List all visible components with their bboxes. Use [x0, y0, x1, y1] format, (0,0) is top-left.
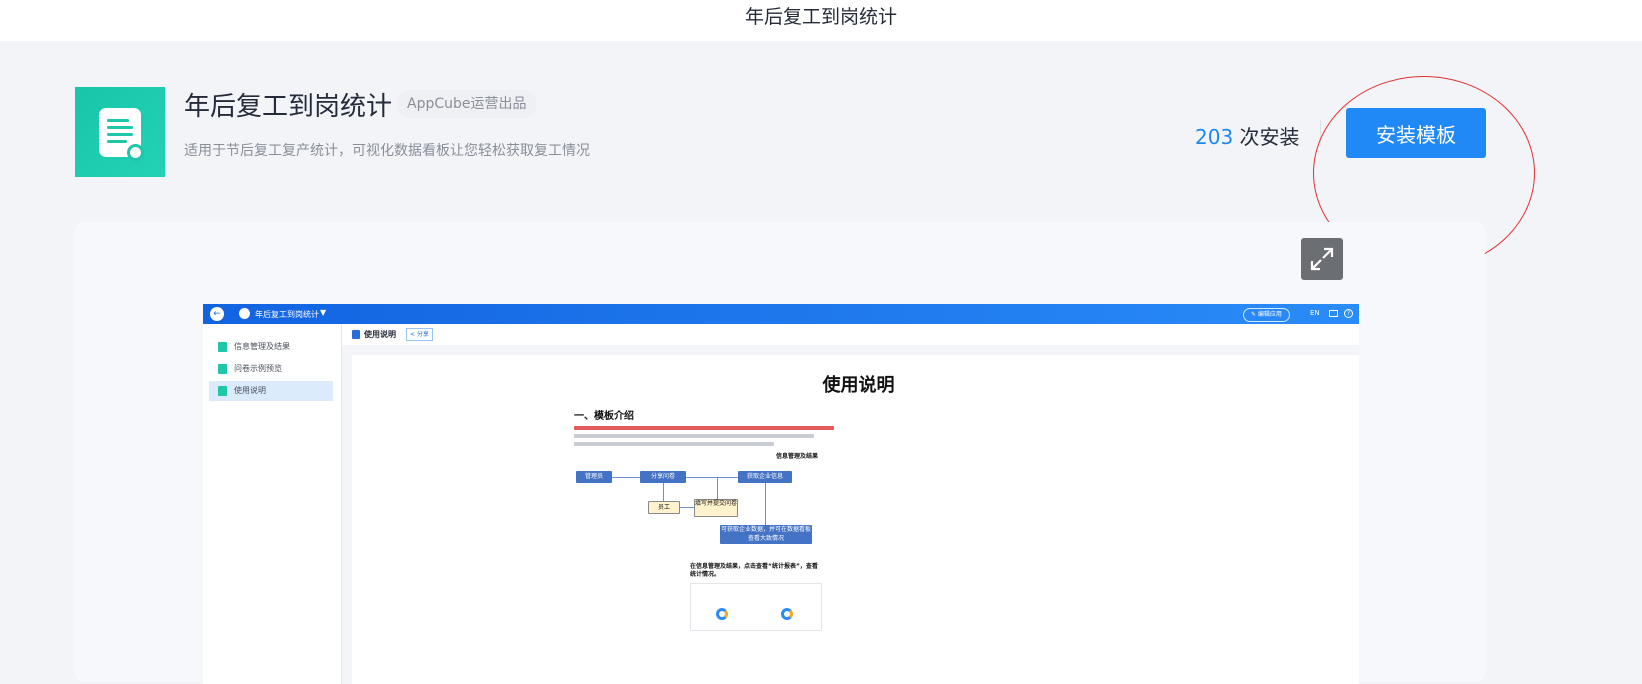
- preview-sidebar: 信息管理及结果 问卷示例预览 使用说明: [203, 324, 342, 684]
- text-line: [574, 434, 814, 438]
- template-icon: [75, 87, 165, 177]
- flow-node-info: 获取企业信息: [738, 471, 792, 483]
- mail-icon: [1329, 310, 1338, 317]
- flow-note: 信息管理及结果: [776, 453, 819, 460]
- text-line-red: [574, 426, 834, 430]
- flow-arrow: [686, 477, 738, 478]
- sidebar-item: 问卷示例预览: [209, 359, 333, 379]
- language-toggle: EN: [1310, 309, 1320, 317]
- back-icon: ←: [210, 307, 224, 321]
- mini-dashboard: [690, 583, 822, 631]
- expand-arrows-icon: [1310, 247, 1334, 271]
- sidebar-item-label: 使用说明: [234, 386, 266, 395]
- sidebar-item-label: 问卷示例预览: [234, 364, 282, 373]
- doc-caption: 在信息管理及结果，点击查看“统计报表”，查看统计情况。: [690, 563, 818, 578]
- form-icon: [218, 364, 227, 374]
- text-line: [574, 442, 774, 446]
- flow-node-share: 分享问卷: [640, 471, 686, 483]
- sidebar-item-label: 信息管理及结果: [234, 342, 290, 351]
- preview-app-title: 年后复工到岗统计: [255, 310, 319, 319]
- gear-icon: [127, 144, 144, 161]
- tab-label: 使用说明: [364, 330, 396, 339]
- expand-button[interactable]: [1301, 238, 1343, 280]
- divider: [1320, 120, 1321, 146]
- flow-line: [663, 483, 664, 501]
- document-page: 使用说明 一、模板介绍 信息管理及结果 管理员 分享问卷 获取企业信息 员工 填…: [352, 355, 1359, 684]
- preview-header: ← 年后复工到岗统计 ▼ ✎ 编辑应用 EN ?: [203, 304, 1359, 324]
- donut-chart-icon: [781, 608, 793, 620]
- doc-heading: 使用说明: [822, 375, 895, 396]
- donut-chart-icon: [716, 608, 728, 620]
- flow-node-fill: 填写并提交问卷: [694, 499, 738, 517]
- help-icon: ?: [1344, 309, 1353, 318]
- flow-line: [765, 483, 766, 525]
- flow-arrow: [680, 507, 694, 508]
- flow-arrow: [612, 477, 640, 478]
- template-description: 适用于节后复工复产统计，可视化数据看板让您轻松获取复工情况: [184, 143, 590, 159]
- chevron-down-icon: ▼: [320, 308, 327, 317]
- top-bar: 年后复工到岗统计: [0, 0, 1642, 41]
- edit-app-button: ✎ 编辑应用: [1243, 308, 1290, 322]
- template-name: 年后复工到岗统计: [184, 92, 393, 122]
- page-title: 年后复工到岗统计: [744, 6, 897, 28]
- install-count: 203 次安装: [1195, 121, 1300, 150]
- form-icon: [218, 342, 227, 352]
- preview-screenshot: ← 年后复工到岗统计 ▼ ✎ 编辑应用 EN ? 信息管理及结果 问卷示例预览 …: [203, 304, 1359, 684]
- doc-section-title: 一、模板介绍: [574, 411, 634, 422]
- app-logo-icon: [239, 308, 250, 319]
- share-button: < 分享: [406, 328, 433, 341]
- form-icon: [218, 386, 227, 396]
- install-count-suffix: 次安装: [1233, 125, 1300, 149]
- flow-node-employee: 员工: [648, 501, 680, 514]
- sidebar-item: 信息管理及结果: [209, 337, 333, 357]
- install-template-button[interactable]: 安装模板: [1346, 108, 1486, 158]
- flow-node-result: 可获取企业数据，并可在数据看板查看大致情况: [720, 525, 812, 544]
- flow-node-admin: 管理员: [576, 471, 612, 483]
- preview-tabbar: 使用说明 < 分享: [342, 324, 1359, 346]
- install-count-number: 203: [1195, 125, 1234, 149]
- sidebar-item-active: 使用说明: [209, 381, 333, 401]
- preview-content: 使用说明 一、模板介绍 信息管理及结果 管理员 分享问卷 获取企业信息 员工 填…: [342, 345, 1359, 684]
- flow-line: [717, 477, 718, 499]
- page-icon: [352, 330, 360, 339]
- vendor-badge: AppCube运营出品: [397, 90, 537, 118]
